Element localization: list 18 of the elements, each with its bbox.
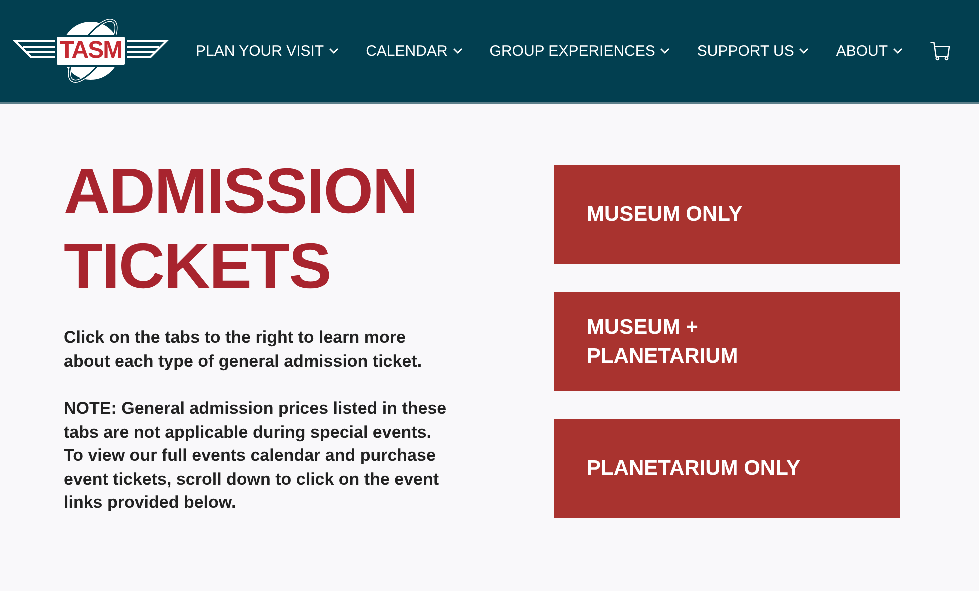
chevron-down-icon — [452, 48, 463, 54]
page-title: ADMISSION TICKETS — [64, 154, 419, 304]
ticket-tab[interactable]: MUSEUM + PLANETARIUM — [554, 292, 900, 391]
chevron-down-icon — [799, 48, 810, 54]
chevron-down-icon — [893, 48, 904, 54]
intro-paragraph: NOTE: General admission prices listed in these tabs are not applicable during special events. To view our full events calendar and purchase event tickets, scroll down to click on the event links provided below. — [64, 398, 448, 514]
nav-link[interactable]: SUPPORT US — [697, 42, 810, 60]
nav-link[interactable]: GROUP EXPERIENCES — [490, 42, 670, 60]
logo[interactable]: TASM — [12, 10, 170, 92]
chevron-down-icon — [329, 48, 340, 54]
nav-link[interactable]: CALENDAR — [366, 42, 463, 60]
intro-paragraph: Click on the tabs to the right to learn more about each type of general admission ticket. — [64, 327, 424, 373]
logo-text: TASM — [54, 35, 128, 67]
nav-link[interactable]: PLAN YOUR VISIT — [196, 42, 340, 60]
nav-link[interactable]: ABOUT — [836, 42, 904, 60]
ticket-tab[interactable]: MUSEUM ONLY — [554, 165, 900, 264]
chevron-down-icon — [660, 48, 670, 54]
ticket-tab[interactable]: PLANETARIUM ONLY — [554, 419, 900, 518]
